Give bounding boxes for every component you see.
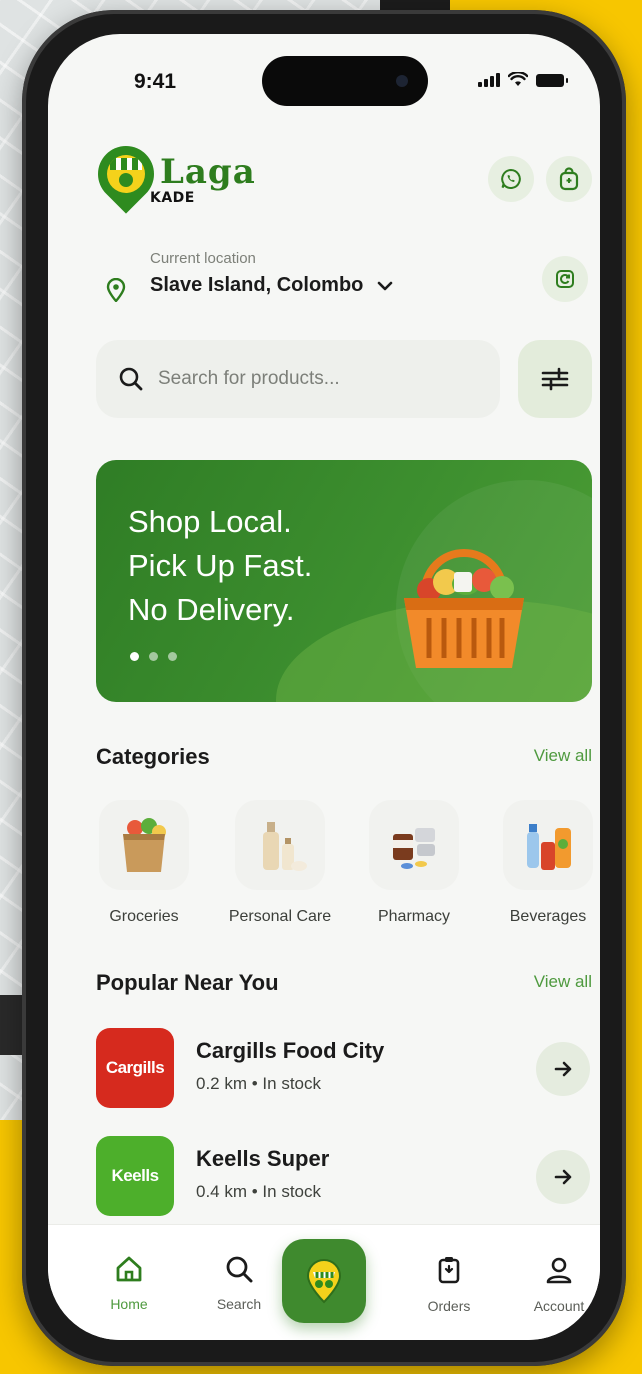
category-beverages[interactable]: Beverages [488,800,600,926]
popular-view-all-link[interactable]: View all [534,972,592,992]
filter-button[interactable] [518,340,592,418]
shopping-bag-icon [559,167,579,191]
brand-sub: KADE [150,190,195,206]
grocery-bag-icon [123,818,166,872]
status-icons [478,72,568,87]
wifi-icon [508,72,528,86]
grocery-basket-image [404,549,524,668]
carousel-dot[interactable] [149,652,158,661]
search-bar[interactable] [96,340,500,418]
search-icon [119,367,143,391]
status-time: 9:41 [134,70,177,93]
store-name: Keells Super [196,1146,330,1171]
pharmacy-icon [393,828,435,869]
store-meta: 0.2 km • In stock [196,1074,321,1093]
nav-search[interactable]: Search [194,1255,284,1312]
app-screen: 9:41 Laga KADE Current location Slave Is… [48,34,600,1340]
store-name: Cargills Food City [196,1038,385,1063]
personal-care-icon [263,822,307,871]
nav-label: Home [110,1296,148,1312]
store-logo: Keells [96,1136,174,1216]
popular-title: Popular Near You [96,970,279,995]
category-label: Pharmacy [377,908,451,925]
location-value: Slave Island, Colombo [150,274,364,296]
store-pin-icon [306,1259,342,1304]
location-label: Current location [150,250,256,267]
banner-line: No Delivery. [128,592,295,627]
search-icon [226,1256,253,1283]
dynamic-island [262,56,428,106]
user-icon [546,1257,572,1284]
carousel-dot[interactable] [168,652,177,661]
whatsapp-icon [501,168,521,189]
categories-view-all-link[interactable]: View all [534,746,592,766]
nav-label: Account [533,1298,585,1314]
banner-text: Shop Local. Pick Up Fast. No Delivery. [128,500,312,632]
filter-sliders-icon [541,367,569,391]
carousel-dots [130,652,177,661]
store-logo: Cargills [96,1028,174,1108]
categories-title: Categories [96,744,210,769]
beverages-icon [527,824,571,870]
carousel-dot[interactable] [130,652,139,661]
banner-line: Shop Local. [128,504,292,539]
whatsapp-button[interactable] [488,156,534,202]
arrow-right-icon [554,1061,572,1077]
location-pin-icon [106,278,126,302]
search-input[interactable] [158,362,478,396]
clipboard-icon [438,1257,460,1284]
bottom-nav: Home Search Orders Account [48,1224,600,1340]
battery-icon [536,74,568,87]
refresh-location-button[interactable] [542,256,588,302]
category-label: Personal Care [228,908,332,925]
store-meta: 0.4 km • In stock [196,1182,321,1201]
banner-line: Pick Up Fast. [128,548,313,583]
category-label: Groceries [109,908,179,925]
phone-frame: 9:41 Laga KADE Current location Slave Is… [22,10,626,1366]
brand-logo: Laga KADE [86,134,258,220]
signal-icon [478,73,500,87]
category-label: Beverages [509,908,587,925]
category-personal-care[interactable]: Personal Care [220,800,340,926]
arrow-right-icon [554,1169,572,1185]
nav-store-center-button[interactable] [282,1239,366,1323]
store-row[interactable]: Cargills Cargills Food City 0.2 km • In … [96,1028,592,1112]
nav-label: Search [216,1296,262,1312]
store-open-button[interactable] [536,1042,590,1096]
nav-account[interactable]: Account [514,1255,600,1314]
store-open-button[interactable] [536,1150,590,1204]
chevron-down-icon [377,281,393,291]
brand-name: Laga [160,152,256,192]
nav-home[interactable]: Home [84,1255,174,1312]
category-groceries[interactable]: Groceries [84,800,204,926]
promo-banner[interactable]: Shop Local. Pick Up Fast. No Delivery. [96,460,592,702]
location-selector[interactable]: Current location Slave Island, Colombo [96,246,556,306]
location-refresh-icon [556,270,574,288]
category-pharmacy[interactable]: Pharmacy [354,800,474,926]
nav-label: Orders [427,1298,471,1314]
home-icon [116,1256,142,1282]
store-row[interactable]: Keells Keells Super 0.4 km • In stock [96,1136,592,1220]
shop-bag-button[interactable] [546,156,592,202]
nav-orders[interactable]: Orders [404,1255,494,1314]
